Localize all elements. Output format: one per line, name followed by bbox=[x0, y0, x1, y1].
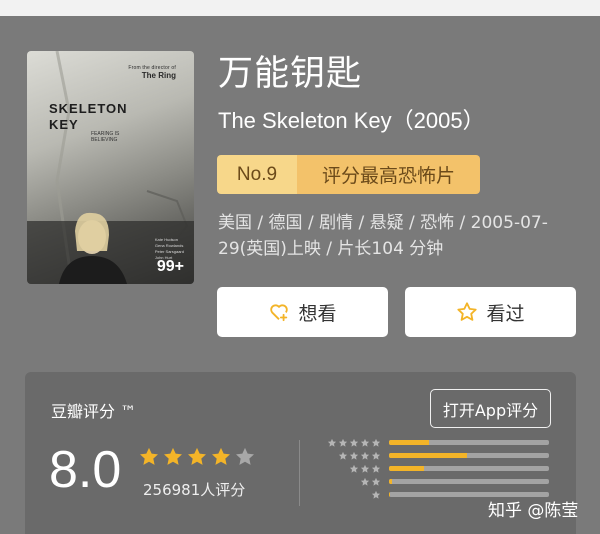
poster-tagline-line2: BELIEVING bbox=[91, 137, 118, 143]
distribution-row-2-star bbox=[323, 475, 549, 488]
small-star-icon bbox=[360, 438, 370, 447]
poster-title: SKELETON KEY bbox=[49, 101, 128, 133]
poster-title-line1: SKELETON bbox=[49, 101, 128, 116]
distribution-bar-fill bbox=[389, 453, 468, 458]
small-star-icon bbox=[371, 451, 381, 460]
poster-tagline-top: From the director of The Ring bbox=[128, 65, 176, 80]
distribution-stars bbox=[323, 477, 381, 487]
distribution-stars bbox=[323, 451, 381, 461]
rating-stars bbox=[138, 446, 256, 468]
star-empty-icon bbox=[236, 447, 254, 465]
star-filled-icon bbox=[140, 447, 158, 465]
small-star-icon bbox=[349, 438, 359, 447]
watermark: 知乎 @陈莹 bbox=[488, 501, 579, 521]
small-star-icon bbox=[338, 451, 348, 460]
small-star-icon bbox=[360, 464, 370, 473]
distribution-row-5-star bbox=[323, 436, 549, 449]
watched-label: 看过 bbox=[486, 302, 525, 325]
rating-count: 256981人评分 bbox=[143, 481, 246, 499]
small-star-icon bbox=[349, 464, 359, 473]
small-star-icon bbox=[371, 464, 381, 473]
distribution-bar-fill bbox=[389, 479, 393, 484]
poster-tagline: FEARING IS BELIEVING bbox=[91, 131, 119, 143]
movie-title-en: The Skeleton Key（2005） bbox=[218, 108, 485, 133]
distribution-bar bbox=[389, 466, 549, 471]
watched-button[interactable]: 看过 bbox=[405, 287, 576, 337]
small-star-icon bbox=[371, 490, 381, 499]
distribution-stars bbox=[323, 438, 381, 448]
small-star-icon bbox=[360, 451, 370, 460]
distribution-bar-fill bbox=[389, 492, 390, 497]
distribution-bar bbox=[389, 479, 549, 484]
distribution-row-3-star bbox=[323, 462, 549, 475]
rating-divider bbox=[299, 440, 300, 506]
star-filled-icon bbox=[164, 447, 182, 465]
want-to-watch-button[interactable]: 想看 bbox=[217, 287, 388, 337]
distribution-stars bbox=[323, 490, 381, 500]
poster-photo-count-badge: 99+ bbox=[156, 258, 184, 275]
small-star-icon bbox=[371, 438, 381, 447]
distribution-stars bbox=[323, 464, 381, 474]
rating-distribution bbox=[323, 436, 549, 501]
ranking-badge[interactable]: No.9 评分最高恐怖片 bbox=[217, 155, 480, 194]
poster-ring-line: The Ring bbox=[141, 71, 176, 80]
distribution-bar bbox=[389, 453, 549, 458]
movie-poster[interactable]: From the director of The Ring SKELETON K… bbox=[27, 51, 194, 284]
small-star-icon bbox=[349, 451, 359, 460]
small-star-icon bbox=[327, 438, 337, 447]
ranking-number: No.9 bbox=[217, 155, 297, 194]
poster-figure bbox=[59, 212, 127, 284]
douban-rating-label: 豆瓣评分 ™ bbox=[51, 402, 137, 421]
star-filled-icon bbox=[188, 447, 206, 465]
small-star-icon bbox=[338, 438, 348, 447]
small-star-icon bbox=[371, 477, 381, 486]
star-outline-icon bbox=[456, 301, 478, 323]
heart-plus-icon bbox=[268, 301, 290, 323]
distribution-row-4-star bbox=[323, 449, 549, 462]
distribution-bar-fill bbox=[389, 440, 429, 445]
movie-meta: 美国 / 德国 / 剧情 / 悬疑 / 恐怖 / 2005-07-29(英国)上… bbox=[218, 213, 548, 259]
open-app-rate-button[interactable]: 打开App评分 bbox=[430, 389, 551, 428]
distribution-bar-fill bbox=[389, 466, 425, 471]
want-to-watch-label: 想看 bbox=[298, 302, 337, 325]
status-bar bbox=[0, 0, 600, 16]
star-filled-icon bbox=[212, 447, 230, 465]
ranking-list-name: 评分最高恐怖片 bbox=[297, 155, 480, 194]
small-star-icon bbox=[360, 477, 370, 486]
rating-score: 8.0 bbox=[49, 441, 122, 499]
distribution-bar bbox=[389, 440, 549, 445]
movie-title-cn: 万能钥匙 bbox=[218, 54, 363, 94]
